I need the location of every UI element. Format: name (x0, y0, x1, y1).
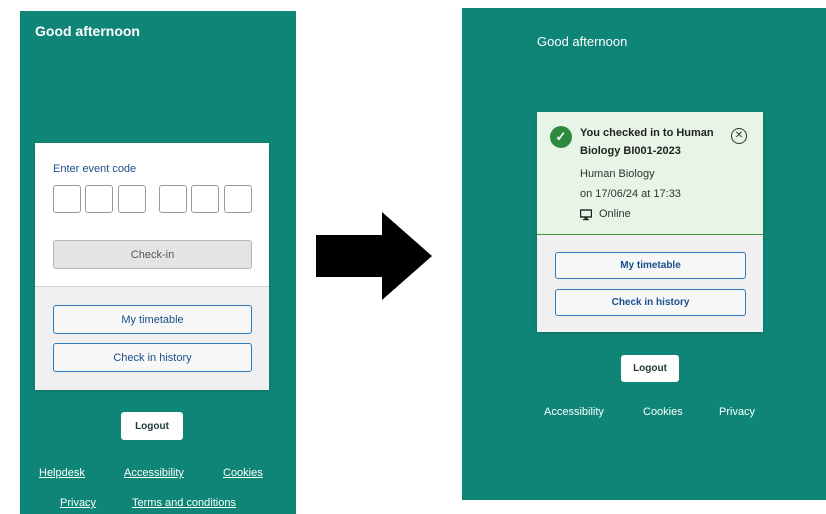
check-in-history-button[interactable]: Check in history (53, 343, 252, 372)
right-screen: Good afternoon ✓ You checked in to Human… (462, 8, 826, 500)
my-timetable-button[interactable]: My timetable (53, 305, 252, 334)
check-in-button[interactable]: Check-in (53, 240, 252, 269)
notice-course: Human Biology (580, 168, 655, 180)
check-in-result-card: ✓ You checked in to Human Biology BI001-… (537, 112, 763, 332)
code-digit-1[interactable] (53, 185, 81, 213)
footer-link-accessibility[interactable]: Accessibility (544, 406, 604, 418)
event-code-section: Enter event code Check-in (35, 143, 269, 286)
notice-time: on 17/06/24 at 17:33 (580, 188, 681, 200)
left-screen: Good afternoon Enter event code Check-in… (20, 11, 296, 514)
footer-link-privacy[interactable]: Privacy (60, 497, 96, 509)
greeting: Good afternoon (537, 34, 628, 49)
my-timetable-button[interactable]: My timetable (555, 252, 746, 279)
event-code-label: Enter event code (53, 163, 137, 175)
logout-button[interactable]: Logout (621, 355, 679, 382)
monitor-icon (580, 209, 592, 221)
footer-link-accessibility[interactable]: Accessibility (124, 467, 184, 479)
navigation-section: My timetable Check in history (35, 286, 269, 390)
code-digit-6[interactable] (224, 185, 252, 213)
check-in-history-button[interactable]: Check in history (555, 289, 746, 316)
right-arrow-icon (316, 212, 432, 300)
success-notice: ✓ You checked in to Human Biology BI001-… (537, 112, 763, 235)
footer-link-cookies[interactable]: Cookies (643, 406, 683, 418)
greeting: Good afternoon (35, 23, 140, 39)
code-digit-4[interactable] (159, 185, 187, 213)
notice-mode: Online (599, 208, 631, 220)
notice-title: You checked in to Human Biology BI001-20… (580, 127, 714, 157)
code-digit-2[interactable] (85, 185, 113, 213)
code-digit-3[interactable] (118, 185, 146, 213)
check-in-card: Enter event code Check-in My timetable C… (35, 143, 269, 390)
footer-link-terms[interactable]: Terms and conditions (132, 497, 236, 509)
footer-link-cookies[interactable]: Cookies (223, 467, 263, 479)
footer-link-helpdesk[interactable]: Helpdesk (39, 467, 85, 479)
code-digit-5[interactable] (191, 185, 219, 213)
footer-link-privacy[interactable]: Privacy (719, 406, 755, 418)
logout-button[interactable]: Logout (121, 412, 183, 440)
close-icon[interactable]: ✕ (731, 128, 747, 144)
check-circle-icon: ✓ (550, 126, 572, 148)
